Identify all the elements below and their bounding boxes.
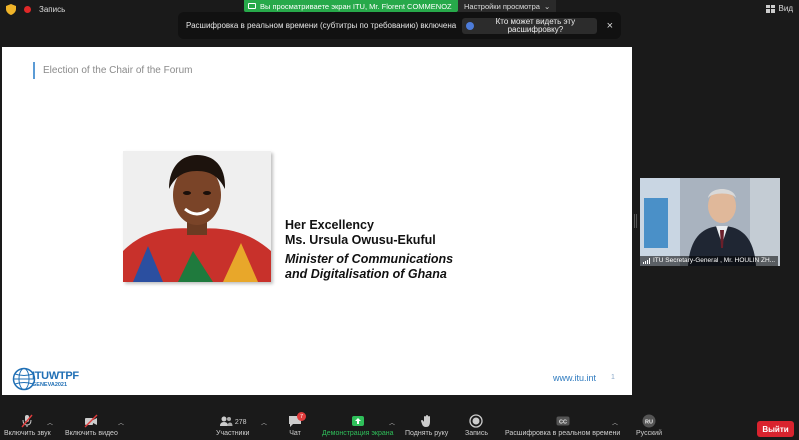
closed-caption-icon: CC	[556, 416, 570, 426]
record-dot-icon	[24, 6, 31, 13]
person-icon	[466, 21, 475, 30]
zoom-meeting-window: Запись Вы просматриваете экран ITU, Mr. …	[0, 0, 799, 440]
start-video-button[interactable]: Включить видео	[65, 414, 118, 437]
view-label: Вид	[778, 4, 793, 13]
language-button[interactable]: RU Русский	[636, 414, 662, 437]
shared-slide: Election of the Chair of the Forum Her E…	[2, 47, 632, 395]
record-icon	[469, 414, 484, 428]
record-label: Запись	[39, 5, 66, 14]
share-notice-text: Вы просматриваете экран ITU, Mr. Florent…	[260, 1, 452, 11]
speaker-title: Her Excellency	[285, 218, 374, 232]
share-notice: Вы просматриваете экран ITU, Mr. Florent…	[244, 0, 458, 12]
share-screen-icon	[351, 416, 364, 426]
chat-badge: 7	[297, 412, 306, 421]
chat-label: Чат	[289, 430, 301, 437]
slide-title: Election of the Chair of the Forum	[33, 62, 193, 79]
share-screen-label: Демонстрация экрана	[322, 430, 394, 437]
microphone-muted-icon	[21, 414, 33, 428]
panel-resize-handle[interactable]	[634, 214, 637, 228]
itu-wtpf-logo-text: ITUWTPF	[32, 370, 79, 382]
close-icon[interactable]: ×	[607, 20, 613, 32]
share-screen-button[interactable]: Демонстрация экрана	[322, 414, 394, 437]
grid-icon	[765, 4, 775, 13]
raise-hand-button[interactable]: Поднять руку	[405, 414, 448, 437]
transcript-banner: Расшифровка в реальном времени (субтитры…	[178, 12, 621, 39]
participants-label: Участники	[216, 430, 250, 437]
transcript-message: Расшифровка в реальном времени (субтитры…	[186, 21, 457, 30]
record-button-label: Запись	[465, 430, 488, 437]
meeting-toolbar: Включить звук ︿ Включить видео ︿ 278 Уча…	[0, 410, 799, 440]
slide-page-number: 1	[611, 374, 615, 381]
language-icon: RU	[642, 414, 656, 428]
itu-wtpf-logo-subtext: GENEVA2021	[32, 382, 68, 388]
who-can-see-label: Кто может видеть эту расшифровку?	[495, 17, 576, 34]
audio-options-caret-icon[interactable]: ︿	[47, 418, 53, 427]
slide-url: www.itu.int	[553, 373, 597, 383]
share-options-caret-icon[interactable]: ︿	[389, 418, 395, 427]
svg-text:RU: RU	[645, 419, 653, 425]
start-video-label: Включить видео	[65, 430, 118, 437]
view-button[interactable]: Вид	[765, 4, 793, 13]
participant-video[interactable]: ITU Secretary-General , Mr. HOULIN ZH...	[640, 178, 780, 266]
camera-off-icon	[84, 414, 98, 428]
speaker-role-line1: Minister of Communications	[285, 252, 454, 266]
video-options-caret-icon[interactable]: ︿	[118, 418, 124, 427]
language-label: Русский	[636, 430, 662, 437]
shield-icon[interactable]	[6, 4, 16, 15]
live-transcript-label: Расшифровка в реальном времени	[505, 430, 621, 437]
signal-bars-icon	[643, 258, 650, 264]
raise-hand-label: Поднять руку	[405, 430, 449, 437]
participant-name: ITU Secretary-General , Mr. HOULIN ZH...	[653, 257, 776, 264]
chevron-down-icon: ⌄	[543, 1, 551, 11]
chat-button[interactable]: 7 Чат	[288, 412, 306, 437]
speaker-name: Ms. Ursula Owusu-Ekuful	[285, 233, 436, 247]
portrait-photo	[123, 151, 271, 282]
svg-text:CC: CC	[559, 420, 567, 426]
unmute-button[interactable]: Включить звук	[4, 414, 51, 437]
participants-count: 278	[234, 418, 247, 426]
screen-share-icon	[248, 3, 256, 9]
leave-button[interactable]: Выйти	[757, 421, 794, 437]
participants-options-caret-icon[interactable]: ︿	[261, 418, 267, 427]
speaker-role-line2: and Digitalisation of Ghana	[285, 267, 447, 281]
participants-icon	[219, 416, 233, 426]
view-options-button[interactable]: Настройки просмотра ⌄	[458, 0, 557, 12]
view-options-label: Настройки просмотра	[464, 1, 540, 11]
unmute-label: Включить звук	[4, 430, 51, 437]
live-transcript-button[interactable]: CC Расшифровка в реальном времени	[505, 414, 620, 437]
participant-name-tag: ITU Secretary-General , Mr. HOULIN ZH...	[640, 256, 779, 266]
who-can-see-button[interactable]: Кто может видеть эту расшифровку?	[462, 17, 597, 34]
hand-icon	[420, 415, 430, 427]
transcript-options-caret-icon[interactable]: ︿	[612, 418, 618, 427]
record-button[interactable]: Запись	[465, 414, 488, 437]
top-left-status: Запись	[6, 4, 65, 15]
participants-button[interactable]: 278 Участники	[216, 414, 249, 437]
